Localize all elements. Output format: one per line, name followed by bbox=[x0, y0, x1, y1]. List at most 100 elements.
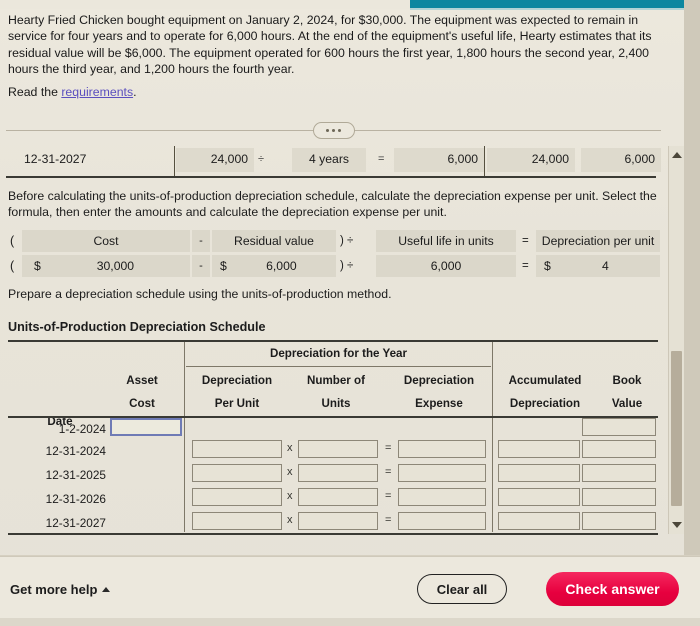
check-answer-button[interactable]: Check answer bbox=[546, 572, 679, 606]
requirements-link[interactable]: requirements bbox=[61, 85, 133, 99]
row-date-label: 1-2-2024 bbox=[58, 422, 106, 436]
exercise-page: Hearty Fried Chicken bought equipment on… bbox=[0, 0, 700, 626]
previous-row-expense: 6,000 bbox=[447, 152, 479, 166]
dot-icon bbox=[338, 129, 341, 132]
input-book-value-row-4[interactable] bbox=[582, 488, 656, 506]
schedule-header-bottom-rule bbox=[8, 416, 658, 418]
formula-value-cost: 30,000 bbox=[96, 259, 135, 273]
column-header-asset-cost-line1: Asset bbox=[126, 374, 158, 387]
caret-up-icon bbox=[102, 587, 111, 592]
scroll-down-button[interactable] bbox=[669, 518, 684, 532]
multiply-operator: x bbox=[287, 514, 293, 526]
formula-value-cost-symbol: $ bbox=[34, 259, 41, 273]
formula-value-result-cell[interactable]: $ 4 bbox=[536, 255, 660, 277]
formula-value-minus: - bbox=[192, 255, 210, 277]
formula-header-result[interactable]: Depreciation per unit bbox=[536, 230, 660, 252]
formula-header-useful-life[interactable]: Useful life in units bbox=[376, 230, 516, 252]
column-header-expense-line2: Expense bbox=[415, 397, 463, 410]
formula-header-residual-value[interactable]: Residual value bbox=[212, 230, 336, 252]
input-accumulated-row-4[interactable] bbox=[498, 488, 580, 506]
column-header-per-unit-line1: Depreciation bbox=[201, 374, 273, 387]
group-header-underline bbox=[186, 366, 491, 367]
input-book-value-row-3[interactable] bbox=[582, 464, 656, 482]
input-accumulated-row-2[interactable] bbox=[498, 440, 580, 458]
chevron-down-icon bbox=[671, 522, 682, 528]
top-accent-teal-segment bbox=[410, 0, 695, 10]
row-date-label: 12-31-2027 bbox=[45, 516, 106, 530]
formula-header-open-paren: ( bbox=[10, 234, 15, 248]
content-scrollbar[interactable] bbox=[668, 146, 684, 534]
equals-operator: = bbox=[385, 514, 392, 526]
scroll-up-button[interactable] bbox=[669, 148, 684, 162]
input-accumulated-row-5[interactable] bbox=[498, 512, 580, 530]
column-header-accumulated-line2: Depreciation bbox=[509, 397, 581, 410]
formula-value-residual-cell[interactable]: $ 6,000 bbox=[212, 255, 336, 277]
input-asset-cost-row-1[interactable] bbox=[110, 418, 182, 436]
input-units-row-3[interactable] bbox=[298, 464, 378, 482]
formula-value-close-divide: ) ÷ bbox=[340, 260, 354, 272]
instruction-before-formula: Before calculating the units-of-producti… bbox=[8, 189, 657, 220]
read-suffix: . bbox=[133, 85, 137, 99]
input-per-unit-row-5[interactable] bbox=[192, 512, 282, 530]
equals-operator: = bbox=[385, 442, 392, 454]
column-header-per-unit-line2: Per Unit bbox=[214, 397, 260, 410]
get-more-help-button[interactable]: Get more help bbox=[10, 582, 111, 597]
expand-section-button[interactable] bbox=[312, 122, 355, 139]
row-date-label: 12-31-2024 bbox=[45, 444, 106, 458]
input-units-row-5[interactable] bbox=[298, 512, 378, 530]
formula-header-close-divide: ) ÷ bbox=[340, 235, 354, 247]
column-header-book-value-line2: Value bbox=[611, 397, 643, 410]
top-accent-bar bbox=[0, 0, 700, 10]
formula-header-cost[interactable]: Cost bbox=[22, 230, 190, 252]
input-book-value-row-2[interactable] bbox=[582, 440, 656, 458]
schedule-group-header: Depreciation for the Year bbox=[269, 347, 408, 360]
row-date-label: 12-31-2026 bbox=[45, 492, 106, 506]
formula-value-cost-cell[interactable]: $ 30,000 bbox=[22, 255, 190, 277]
column-header-expense-line1: Depreciation bbox=[403, 374, 475, 387]
previous-row-equals-operator: = bbox=[378, 153, 385, 165]
get-more-help-label: Get more help bbox=[10, 582, 98, 597]
multiply-operator: x bbox=[287, 490, 293, 502]
bottom-action-bar: Get more help Clear all Check answer bbox=[0, 555, 700, 626]
dot-icon bbox=[332, 129, 335, 132]
input-accumulated-row-3[interactable] bbox=[498, 464, 580, 482]
input-per-unit-row-2[interactable] bbox=[192, 440, 282, 458]
input-expense-row-5[interactable] bbox=[398, 512, 486, 530]
input-units-row-2[interactable] bbox=[298, 440, 378, 458]
collapsed-section-divider bbox=[6, 122, 661, 139]
problem-statement: Hearty Fried Chicken bought equipment on… bbox=[8, 13, 652, 77]
row-date-label: 12-31-2025 bbox=[45, 468, 106, 482]
schedule-vline-left bbox=[184, 342, 185, 532]
input-expense-row-4[interactable] bbox=[398, 488, 486, 506]
previous-row-useful-life: 4 years bbox=[309, 152, 349, 166]
multiply-operator: x bbox=[287, 442, 293, 454]
previous-schedule-row: 12-31-2027 24,000 ÷ 4 years = 6,000 24,0… bbox=[6, 146, 661, 178]
read-requirements-line: Read the requirements. bbox=[8, 85, 137, 99]
clear-all-button[interactable]: Clear all bbox=[417, 574, 507, 604]
column-header-units-line2: Units bbox=[321, 397, 351, 410]
previous-row-bottom-rule bbox=[6, 176, 656, 178]
multiply-operator: x bbox=[287, 466, 293, 478]
previous-row-divide-operator: ÷ bbox=[258, 153, 265, 165]
equals-operator: = bbox=[385, 466, 392, 478]
input-expense-row-3[interactable] bbox=[398, 464, 486, 482]
dot-icon bbox=[326, 129, 329, 132]
chevron-up-icon bbox=[671, 152, 682, 158]
column-header-book-value-line1: Book bbox=[612, 374, 642, 387]
previous-row-date: 12-31-2027 bbox=[24, 152, 87, 166]
input-units-row-4[interactable] bbox=[298, 488, 378, 506]
formula-value-equals: = bbox=[522, 260, 529, 272]
formula-value-useful-life[interactable]: 6,000 bbox=[376, 255, 516, 277]
input-book-value-row-5[interactable] bbox=[582, 512, 656, 530]
formula-header-minus: - bbox=[192, 230, 210, 252]
equals-operator: = bbox=[385, 490, 392, 502]
previous-row-depreciable-cost: 24,000 bbox=[210, 152, 248, 166]
scrollbar-thumb[interactable] bbox=[671, 351, 682, 506]
input-per-unit-row-3[interactable] bbox=[192, 464, 282, 482]
input-book-value-row-1[interactable] bbox=[582, 418, 656, 436]
bottom-edge-strip bbox=[0, 618, 700, 626]
input-per-unit-row-4[interactable] bbox=[192, 488, 282, 506]
depreciation-per-unit-formula: ( Cost - Residual value ) ÷ Useful life … bbox=[8, 230, 660, 278]
input-expense-row-2[interactable] bbox=[398, 440, 486, 458]
previous-row-divider-left bbox=[174, 146, 175, 176]
